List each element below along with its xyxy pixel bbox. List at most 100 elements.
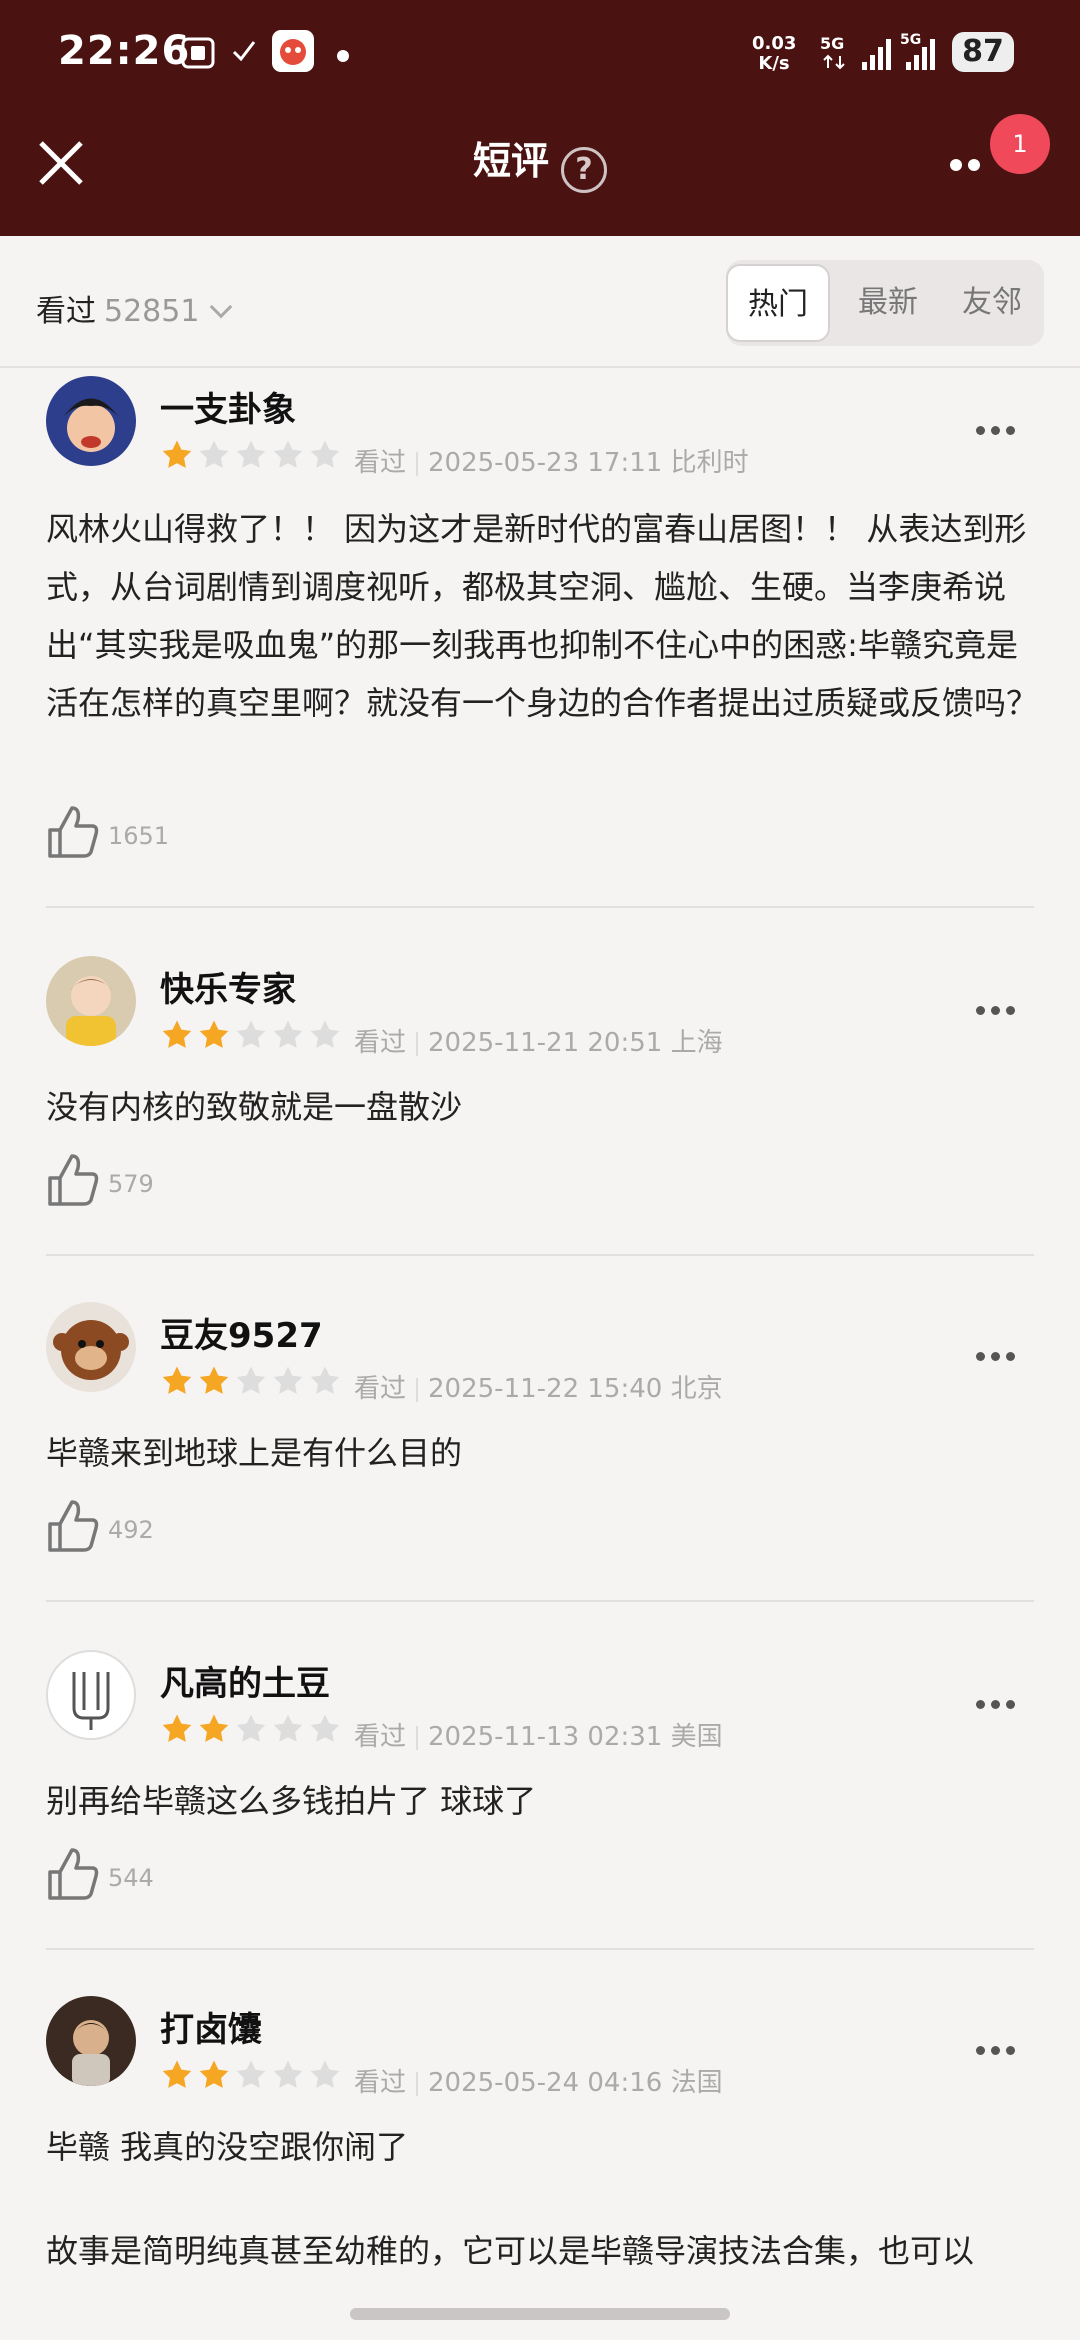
rating-stars xyxy=(160,1018,345,1054)
star-icon xyxy=(236,1020,266,1048)
signal-icon xyxy=(860,36,896,76)
star-icon xyxy=(310,1366,340,1394)
avatar[interactable] xyxy=(46,1996,136,2086)
star-icon xyxy=(199,2060,229,2088)
avatar[interactable] xyxy=(46,1302,136,1392)
divider xyxy=(46,1254,1034,1256)
tab-latest[interactable]: 最新 xyxy=(836,264,940,342)
review-username[interactable]: 凡高的土豆 xyxy=(160,1656,330,1705)
page-title-wrap: 短评? xyxy=(0,130,1080,193)
review-username[interactable]: 快乐专家 xyxy=(160,962,296,1011)
like-button[interactable] xyxy=(46,1846,100,1906)
notification-badge[interactable]: 1 xyxy=(990,114,1050,174)
star-icon xyxy=(236,1366,266,1394)
star-icon xyxy=(199,440,229,468)
review-status: 看过 xyxy=(354,2068,407,2098)
review-datetime: 2025-11-22 15:40 xyxy=(428,1374,663,1404)
divider xyxy=(46,906,1034,908)
review-username[interactable]: 一支卦象 xyxy=(160,382,296,431)
battery-indicator: 87 xyxy=(952,32,1014,72)
rating-stars xyxy=(160,1712,345,1748)
avatar[interactable] xyxy=(46,956,136,1046)
review-datetime: 2025-05-24 04:16 xyxy=(428,2068,663,2098)
review-location: 比利时 xyxy=(670,448,749,478)
check-icon xyxy=(230,36,258,70)
review-text: 没有内核的致敬就是一盘散沙 xyxy=(46,1088,463,1126)
filter-bar: 看过 52851 热门 最新 友邻 xyxy=(0,236,1080,368)
review-text-continued: 故事是简明纯真甚至幼稚的，它可以是毕赣导演技法合集，也可以 xyxy=(46,2232,975,2270)
thumbs-up-icon xyxy=(48,1500,99,1552)
dot-icon xyxy=(336,48,350,67)
review-more-button[interactable] xyxy=(976,420,1021,439)
star-icon xyxy=(199,1366,229,1394)
review-location: 北京 xyxy=(670,1374,723,1404)
review-more-button[interactable] xyxy=(976,1346,1021,1365)
review-text: 风林火山得救了！！ 因为这才是新时代的富春山居图！！ 从表达到形式，从台词剧情到… xyxy=(46,510,1039,722)
avatar[interactable] xyxy=(46,376,136,466)
data-arrows-icon xyxy=(822,54,846,74)
review-datetime: 2025-11-13 02:31 xyxy=(428,1722,663,1752)
like-button[interactable] xyxy=(46,804,100,864)
review-text: 毕赣来到地球上是有什么目的 xyxy=(46,1434,463,1472)
review-status: 看过 xyxy=(354,1028,407,1058)
star-icon xyxy=(310,1714,340,1742)
review-more-button[interactable] xyxy=(976,1000,1021,1019)
star-icon xyxy=(162,1714,192,1742)
sort-tabs: 热门 最新 友邻 xyxy=(726,260,1044,346)
screenshot-icon xyxy=(180,36,216,74)
thumbs-up-icon xyxy=(48,806,99,858)
status-time: 22:26 xyxy=(58,28,191,74)
avatar[interactable] xyxy=(46,1650,136,1740)
seen-filter-label: 看过 xyxy=(36,294,96,329)
star-icon xyxy=(273,2060,303,2088)
review-more-button[interactable] xyxy=(976,1694,1021,1713)
star-icon xyxy=(236,2060,266,2088)
star-icon xyxy=(273,1714,303,1742)
thumbs-up-icon xyxy=(48,1848,99,1900)
status-bar: 22:26 0.03 K/s 5G 5G 87 xyxy=(0,0,1080,110)
review-meta: 看过 2025-11-21 20:51 上海 xyxy=(354,1022,723,1059)
star-icon xyxy=(236,440,266,468)
star-icon xyxy=(273,440,303,468)
star-icon xyxy=(199,1714,229,1742)
star-icon xyxy=(273,1366,303,1394)
page-title: 短评 xyxy=(472,139,549,183)
signal-icon-2 xyxy=(904,36,940,76)
chevron-down-icon xyxy=(210,295,233,319)
rating-stars xyxy=(160,2058,345,2094)
review-text: 毕赣 我真的没空跟你闹了 xyxy=(46,2128,409,2166)
tab-hot[interactable]: 热门 xyxy=(726,264,830,342)
review-location: 美国 xyxy=(670,1722,723,1752)
star-icon xyxy=(310,1020,340,1048)
star-icon xyxy=(236,1714,266,1742)
seen-filter-dropdown[interactable]: 看过 52851 xyxy=(36,286,233,330)
review-username[interactable]: 豆友9527 xyxy=(160,1308,323,1357)
divider xyxy=(46,1948,1034,1950)
like-count: 579 xyxy=(108,1170,154,1198)
star-icon xyxy=(273,1020,303,1048)
star-icon xyxy=(199,1020,229,1048)
rating-stars xyxy=(160,1364,345,1400)
review-meta: 看过 2025-11-22 15:40 北京 xyxy=(354,1368,723,1405)
review-meta: 看过 2025-11-13 02:31 美国 xyxy=(354,1716,723,1753)
review-more-button[interactable] xyxy=(976,2040,1021,2059)
more-menu-button[interactable] xyxy=(950,156,986,175)
review-location: 法国 xyxy=(670,2068,723,2098)
review-status: 看过 xyxy=(354,448,407,478)
help-icon[interactable]: ? xyxy=(561,146,607,193)
tab-friends[interactable]: 友邻 xyxy=(940,264,1044,342)
thumbs-up-icon xyxy=(48,1154,99,1206)
like-button[interactable] xyxy=(46,1152,100,1212)
star-icon xyxy=(310,2060,340,2088)
sim1-label: 5G xyxy=(820,34,845,53)
like-button[interactable] xyxy=(46,1498,100,1558)
app-header: 22:26 0.03 K/s 5G 5G 87 短评 ? 1 xyxy=(0,0,1080,236)
star-icon xyxy=(162,2060,192,2088)
like-count: 1651 xyxy=(108,822,170,850)
home-indicator[interactable] xyxy=(350,2308,730,2320)
review-username[interactable]: 打卤馕 xyxy=(160,2002,262,2051)
star-icon xyxy=(162,440,192,468)
review-datetime: 2025-11-21 20:51 xyxy=(428,1028,663,1058)
rating-stars xyxy=(160,438,345,474)
star-icon xyxy=(162,1366,192,1394)
